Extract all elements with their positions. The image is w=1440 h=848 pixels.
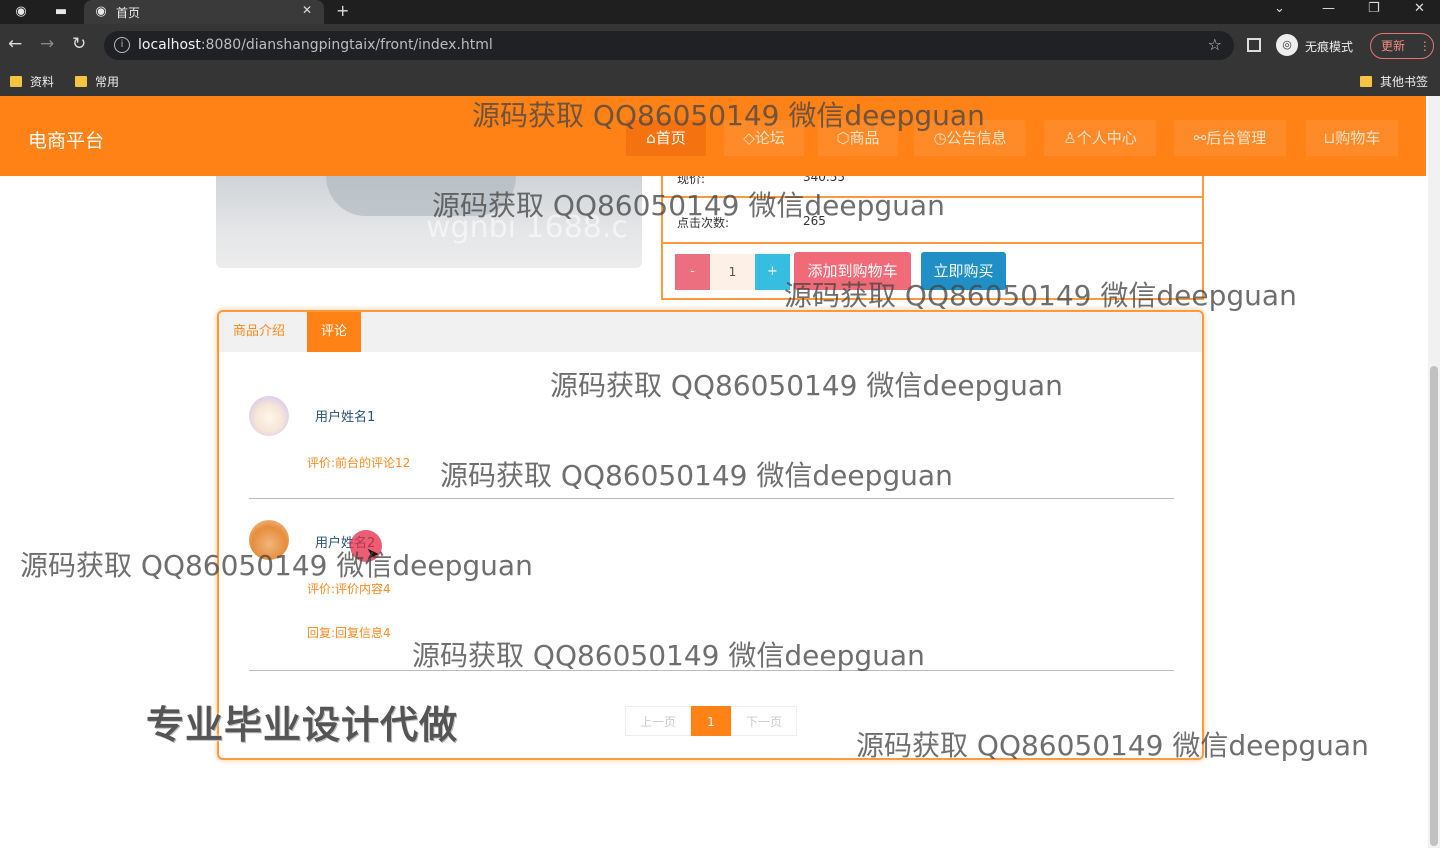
link-icon: ⚯ [1193, 129, 1207, 147]
folder-icon [10, 76, 22, 87]
reload-icon[interactable]: ↻ [72, 34, 86, 54]
nav-item-label: 个人中心 [1076, 129, 1137, 147]
forward-icon[interactable]: → [40, 34, 54, 54]
mouse-pointer-icon: ➤ [366, 544, 380, 563]
url-text[interactable]: localhost:8080/dianshangpingtaix/front/i… [138, 37, 493, 53]
other-bookmarks[interactable]: 其他书签 [1360, 73, 1428, 90]
address-toolbar: ← → ↻ i localhost:8080/dianshangpingtaix… [0, 24, 1440, 66]
nav-item-6[interactable]: ⊔购物车 [1306, 120, 1398, 156]
page-1-button[interactable]: 1 [691, 706, 731, 736]
qty-plus-button[interactable]: + [755, 254, 790, 290]
nav-item-0[interactable]: ⌂首页 [626, 120, 706, 156]
new-tab-icon[interactable]: + [336, 1, 349, 20]
nav-item-label: 公告信息 [946, 129, 1007, 147]
site-brand[interactable]: 电商平台 [28, 126, 104, 153]
avatar [249, 396, 289, 436]
nav-item-label: 首页 [655, 129, 686, 147]
comment-divider [249, 670, 1174, 671]
close-window-icon[interactable]: ✕ [1414, 1, 1425, 16]
bookmark-folder-ziliao[interactable]: 资料 [10, 73, 54, 90]
cart-icon: ⊔ [1323, 129, 1336, 147]
next-page-button[interactable]: 下一页 [731, 706, 797, 736]
incognito-icon[interactable]: ◎ [1276, 34, 1298, 56]
tab-product-intro[interactable]: 商品介绍 [219, 312, 299, 352]
globe-icon: ◉ [95, 4, 107, 19]
nav-item-2[interactable]: ⬡商品 [818, 120, 898, 156]
scrollbar-thumb[interactable] [1430, 366, 1438, 846]
site-header: 电商平台 ⌂首页 ◇论坛 ⬡商品 ◷公告信息 ♙个人中心 ⚯后台管理 ⊔购物车 [0, 96, 1426, 176]
tab-list-icon[interactable]: ⌄ [1274, 1, 1285, 16]
comment-user: 用户姓名1 [315, 410, 376, 425]
folder-icon [1360, 76, 1372, 87]
prev-page-button[interactable]: 上一页 [625, 706, 691, 736]
update-button[interactable]: 更新 ⋮ [1370, 33, 1434, 59]
site-info-icon[interactable]: i [114, 37, 130, 53]
buy-now-button[interactable]: 立即购买 [921, 252, 1006, 290]
close-tab-icon[interactable]: ✕ [302, 3, 312, 17]
page-scrollbar[interactable] [1428, 96, 1440, 848]
tab-comments[interactable]: 评论 [307, 312, 362, 352]
nav-item-5[interactable]: ⚯后台管理 [1174, 120, 1286, 156]
incognito-label: 无痕模式 [1305, 40, 1354, 54]
promo-overlay: 专业毕业设计代做 [146, 703, 459, 747]
browser-menu-icon[interactable]: ◉ [12, 3, 30, 21]
nav-item-label: 购物车 [1335, 129, 1381, 147]
nav-item-label: 论坛 [754, 129, 785, 147]
image-watermark: wgnbi 1688.c [426, 210, 628, 245]
url-bar[interactable]: i localhost:8080/dianshangpingtaix/front… [104, 31, 1234, 60]
product-image: wgnbi 1688.c [216, 176, 642, 268]
nav-item-label: 商品 [849, 129, 880, 147]
user-icon: ♙ [1063, 129, 1077, 147]
comment-divider [249, 498, 1174, 499]
bookmark-folder-changyong[interactable]: 常用 [75, 73, 119, 90]
nav-item-label: 后台管理 [1206, 129, 1267, 147]
restore-icon[interactable]: ❐ [1368, 1, 1380, 16]
clock-icon: ◷ [933, 129, 947, 147]
minimize-icon[interactable]: — [1322, 1, 1335, 16]
nav-item-4[interactable]: ♙个人中心 [1044, 120, 1156, 156]
page-viewport: wgnbi 1688.c 现价: 340.55 点击次数: 265 - 1 + … [0, 96, 1440, 848]
box-icon: ⬡ [836, 129, 850, 147]
tag-icon: ◇ [743, 129, 755, 147]
back-icon[interactable]: ← [8, 34, 22, 54]
tab-title: 首页 [116, 6, 141, 20]
comment-text: 评价:前台的评论12 [307, 456, 411, 470]
bookmarks-bar: 资料 常用 其他书签 [0, 66, 1440, 96]
browser-tab[interactable]: ◉ 首页 ✕ [84, 0, 324, 24]
bookmark-star-icon[interactable]: ☆ [1208, 35, 1222, 54]
tab-search-icon[interactable]: ▬ [52, 3, 70, 21]
comment-text: 评价:评价内容4 [307, 582, 391, 596]
comment-reply: 回复:回复信息4 [307, 626, 391, 640]
detail-tabs: 商品介绍 评论 [219, 312, 1202, 352]
browser-tab-strip: ◉ ▬ ◉ 首页 ✕ + ⌄ — ❐ ✕ [0, 0, 1440, 24]
folder-icon [75, 76, 87, 87]
side-panel-icon[interactable] [1247, 38, 1261, 52]
qty-input[interactable]: 1 [710, 254, 755, 290]
avatar [249, 520, 289, 560]
nav-item-1[interactable]: ◇论坛 [724, 120, 804, 156]
home-icon: ⌂ [646, 129, 656, 147]
nav-item-3[interactable]: ◷公告信息 [914, 120, 1026, 156]
add-to-cart-button[interactable]: 添加到购物车 [794, 252, 911, 290]
qty-minus-button[interactable]: - [675, 254, 710, 290]
